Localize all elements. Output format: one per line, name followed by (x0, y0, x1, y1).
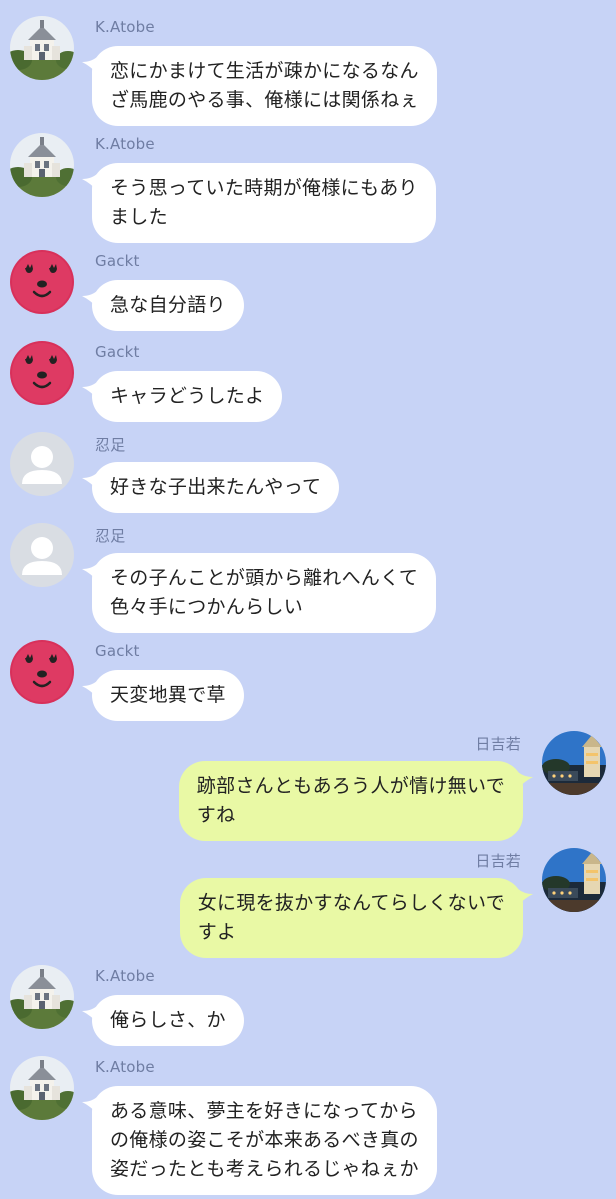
message-bubble[interactable]: その子んことが頭から離れへんくて 色々手につかんらしい (92, 553, 437, 633)
pink-mascot-avatar-icon (10, 341, 74, 405)
night-tower-avatar-icon (542, 731, 606, 795)
sender-name: K.Atobe (95, 18, 155, 36)
sender-name: 忍足 (95, 527, 126, 545)
message-bubble[interactable]: ある意味、夢主を好きになってから の俺様の姿こそが本来あるべき真の 姿だったとも… (92, 1086, 437, 1195)
message-bubble[interactable]: 女に現を抜かすなんてらしくないで すよ (179, 878, 523, 958)
sender-name: K.Atobe (95, 1058, 155, 1076)
sender-name: 忍足 (95, 436, 126, 454)
message-bubble[interactable]: 跡部さんともあろう人が情け無いで すね (178, 761, 523, 841)
avatar[interactable] (10, 432, 74, 496)
avatar[interactable] (10, 523, 74, 587)
message-bubble[interactable]: そう思っていた時期が俺様にもあり ました (92, 163, 436, 243)
sender-name: Gackt (95, 642, 140, 660)
night-tower-avatar-icon (542, 848, 606, 912)
castle-avatar-icon (10, 965, 74, 1029)
message-bubble[interactable]: キャラどうしたよ (92, 371, 283, 422)
chat-thread[interactable]: K.Atobe 恋にかまけて生活が疎かになるなん ざ馬鹿のやる事、俺様には関係ね… (0, 0, 616, 1199)
sender-name: 日吉若 (475, 852, 521, 870)
castle-avatar-icon (10, 1056, 74, 1120)
sender-name: 日吉若 (475, 735, 521, 753)
avatar[interactable] (542, 848, 606, 912)
message-bubble[interactable]: 恋にかまけて生活が疎かになるなん ざ馬鹿のやる事、俺様には関係ねぇ (92, 46, 437, 126)
message-bubble[interactable]: 天変地異で草 (92, 670, 244, 721)
message-bubble[interactable]: 俺らしさ、か (92, 995, 244, 1046)
castle-avatar-icon (10, 133, 74, 197)
avatar[interactable] (10, 341, 74, 405)
pink-mascot-avatar-icon (10, 250, 74, 314)
message-bubble[interactable]: 好きな子出来たんやって (92, 462, 340, 513)
avatar[interactable] (10, 965, 74, 1029)
avatar[interactable] (10, 250, 74, 314)
avatar[interactable] (10, 640, 74, 704)
avatar[interactable] (10, 133, 74, 197)
castle-avatar-icon (10, 16, 74, 80)
sender-name: K.Atobe (95, 967, 155, 985)
message-bubble[interactable]: 急な自分語り (92, 280, 244, 331)
sender-name: Gackt (95, 252, 140, 270)
sender-name: K.Atobe (95, 135, 155, 153)
sender-name: Gackt (95, 343, 140, 361)
avatar[interactable] (542, 731, 606, 795)
default-user-avatar-icon (10, 523, 74, 587)
avatar[interactable] (10, 16, 74, 80)
default-user-avatar-icon (10, 432, 74, 496)
avatar[interactable] (10, 1056, 74, 1120)
pink-mascot-avatar-icon (10, 640, 74, 704)
